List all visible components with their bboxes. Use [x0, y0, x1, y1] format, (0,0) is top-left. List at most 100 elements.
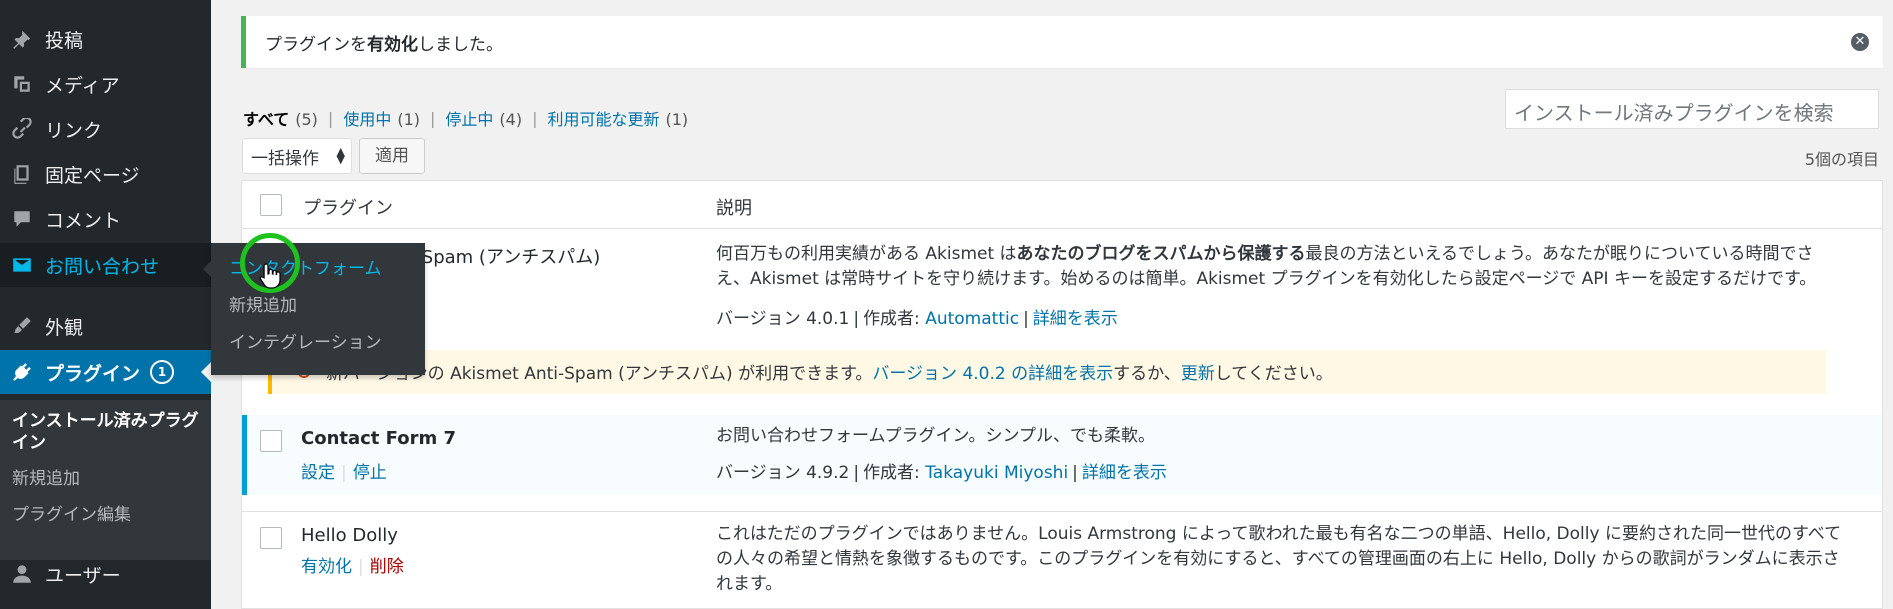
plugin-description: 何百万もの利用実績がある Akismet はあなたのブログをスパムから保護する最…: [716, 242, 1846, 292]
plugin-status-filters: すべて (5) | 使用中 (1) | 停止中 (4) | 利用可能な更新 (1): [243, 106, 688, 130]
deactivate-link[interactable]: 停止: [353, 463, 387, 483]
sidebar-item-label: 投稿: [45, 29, 84, 52]
sidebar-item-label: 外観: [45, 316, 84, 339]
comment-icon: [10, 207, 34, 231]
bulk-action-value: 一括操作: [251, 149, 319, 169]
pages-icon: [10, 162, 34, 186]
view-details-link[interactable]: 詳細を表示: [1082, 463, 1167, 483]
sidebar-item-appearance[interactable]: 外観: [0, 304, 211, 348]
filter-all[interactable]: すべて (5): [243, 106, 318, 130]
table-header: プラグイン 説明: [242, 181, 1882, 229]
link-icon: [10, 117, 34, 141]
main-content: プラグインを 有効化 しました。 ✕ すべて (5) | 使用中 (1) | 停止中 (4…: [211, 0, 1893, 609]
update-text: するか、: [1113, 364, 1181, 384]
delete-link[interactable]: 削除: [370, 557, 404, 577]
view-version-details-link[interactable]: バージョン 4.0.2 の詳細を表示: [872, 364, 1113, 384]
sidebar-item-comments[interactable]: コメント: [0, 197, 211, 241]
plugin-version: バージョン 4.9.2: [716, 463, 850, 483]
plugin-meta: バージョン 4.0.1 | 作成者: Automattic | 詳細を表示: [716, 304, 1118, 329]
plugins-table: プラグイン 説明 Akismet Anti-Spam (アンチスパム) 何百万も…: [241, 180, 1883, 609]
sidebar-item-label: コメント: [45, 209, 122, 232]
filter-separator: |: [327, 108, 334, 128]
filter-label: 停止中: [445, 110, 494, 129]
author-link[interactable]: Takayuki Miyoshi: [925, 463, 1068, 483]
filter-label: 利用可能な更新: [547, 110, 660, 129]
filter-label: すべて: [243, 110, 290, 129]
plugin-description: お問い合わせフォームプラグイン。シンプル、でも柔軟。: [716, 426, 1155, 446]
sidebar-item-users[interactable]: ユーザー: [0, 552, 211, 596]
author-label: 作成者:: [863, 309, 920, 329]
filter-count: (1): [665, 110, 689, 129]
column-header-description: 説明: [716, 198, 752, 219]
filter-active[interactable]: 使用中 (1): [343, 106, 420, 130]
plugin-description: これはただのプラグインではありません。Louis Armstrong によって歌…: [716, 524, 1842, 594]
filter-separator: |: [430, 108, 436, 128]
meta-separator: |: [853, 309, 860, 329]
plugin-meta: バージョン 4.9.2 | 作成者: Takayuki Miyoshi | 詳細を表示: [716, 458, 1167, 483]
filter-separator: |: [532, 108, 538, 128]
author-label: 作成者:: [863, 463, 920, 483]
filter-count: (1): [397, 110, 420, 129]
plugin-name: Hello Dolly: [301, 525, 398, 546]
action-separator: |: [358, 557, 364, 577]
close-icon[interactable]: ✕: [1851, 33, 1869, 51]
activate-link[interactable]: 有効化: [301, 557, 352, 577]
sidebar-item-label: メディア: [45, 74, 120, 97]
select-all-checkbox[interactable]: [260, 194, 282, 216]
filter-count: (4): [499, 110, 523, 129]
items-count: 5個の項目: [1804, 150, 1879, 169]
hand-cursor-icon: [259, 263, 281, 289]
update-count-badge: 1: [150, 360, 175, 384]
user-icon: [10, 562, 34, 586]
sidebar-item-label: お問い合わせ: [45, 255, 160, 278]
sidebar-item-posts[interactable]: 投稿: [0, 17, 211, 61]
sidebar-item-contact[interactable]: お問い合わせ: [0, 243, 211, 287]
row-actions: 有効化 | 削除: [301, 552, 404, 577]
apply-button[interactable]: 適用: [359, 138, 425, 174]
sidebar-item-pages[interactable]: 固定ページ: [0, 152, 211, 196]
meta-separator: |: [1072, 463, 1078, 483]
notice-text: プラグインを: [265, 34, 367, 55]
sidebar-item-label: ユーザー: [45, 564, 121, 587]
filter-label: 使用中: [343, 110, 392, 129]
column-header-plugin: プラグイン: [303, 198, 393, 219]
success-notice: プラグインを 有効化 しました。 ✕: [241, 16, 1883, 68]
mail-icon: [10, 253, 34, 277]
update-notice: 新バージョンの Akismet Anti-Spam (アンチスパム) が利用でき…: [268, 350, 1826, 394]
view-details-link[interactable]: 詳細を表示: [1033, 309, 1118, 329]
description-bold: あなたのブログをスパムから保護する: [1016, 244, 1306, 264]
author-link[interactable]: Automattic: [925, 309, 1019, 329]
action-separator: |: [341, 463, 347, 483]
plugin-icon: [10, 360, 34, 384]
description-text: 何百万もの利用実績がある Akismet は: [716, 244, 1017, 264]
row-checkbox[interactable]: [260, 527, 282, 549]
submenu-installed-plugins[interactable]: インストール済みプラグイン: [0, 410, 211, 454]
plugins-submenu: インストール済みプラグイン 新規追加 プラグイン編集: [0, 400, 211, 560]
plugin-name: Contact Form 7: [301, 428, 457, 449]
sidebar-item-plugins[interactable]: プラグイン 1: [0, 350, 211, 394]
sidebar-item-label: 固定ページ: [45, 164, 140, 187]
filter-update-available[interactable]: 利用可能な更新 (1): [547, 106, 688, 130]
sidebar-item-media[interactable]: メディア: [0, 62, 211, 106]
media-icon: [10, 72, 34, 96]
submenu-plugin-editor[interactable]: プラグイン編集: [0, 504, 211, 526]
plugin-search-input[interactable]: インストール済みプラグインを検索: [1505, 89, 1879, 129]
pin-icon: [10, 27, 34, 51]
row-checkbox[interactable]: [260, 430, 282, 452]
meta-separator: |: [1023, 309, 1029, 329]
filter-inactive[interactable]: 停止中 (4): [445, 106, 522, 130]
select-arrows-icon: ▲ ▼: [336, 145, 345, 166]
notice-text-suffix: しました。: [418, 34, 503, 55]
submenu-add-new[interactable]: 新規追加: [0, 468, 211, 490]
sidebar-item-label: プラグイン: [45, 362, 141, 385]
bulk-action-select[interactable]: 一括操作 ▲ ▼: [242, 138, 352, 174]
settings-link[interactable]: 設定: [301, 463, 335, 483]
flyout-add-new[interactable]: 新規追加: [211, 294, 425, 318]
sidebar-item-links[interactable]: リンク: [0, 107, 211, 151]
flyout-integration[interactable]: インテグレーション: [211, 331, 425, 355]
filter-count: (5): [295, 110, 318, 129]
table-row: Contact Form 7 設定 | 停止 お問い合わせフォームプラグイン。シンプ…: [242, 415, 1882, 495]
admin-sidebar: 投稿 メディア リンク 固定ページ コメント お問い合わせ 外観 プラグイン 1…: [0, 0, 211, 609]
update-now-link[interactable]: 更新: [1181, 364, 1215, 384]
update-text: してください。: [1214, 364, 1333, 384]
